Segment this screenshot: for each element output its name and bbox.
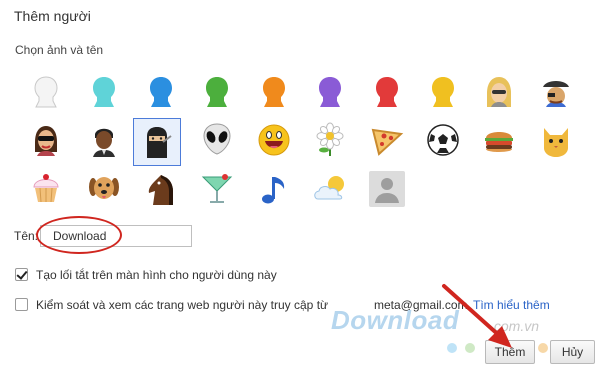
flower-icon xyxy=(316,122,344,156)
cat-icon xyxy=(544,128,568,157)
avatar-music-note[interactable] xyxy=(250,165,298,213)
soccer-ball-icon xyxy=(427,124,459,156)
white-head-icon xyxy=(34,76,58,108)
supervise-checkbox[interactable] xyxy=(15,298,28,311)
add-button[interactable]: Thêm xyxy=(485,340,535,364)
watermark-dot xyxy=(465,343,475,353)
learn-more-link[interactable]: Tìm hiểu thêm xyxy=(473,298,550,312)
avatar-flower[interactable] xyxy=(306,116,354,164)
watermark-logo: Download xyxy=(331,305,460,335)
watermark-domain: .com.vn xyxy=(490,318,540,334)
watermark-dot xyxy=(447,343,457,353)
blonde-woman-icon xyxy=(487,77,511,107)
avatar-ninja[interactable] xyxy=(133,118,181,166)
burger-icon xyxy=(485,132,513,152)
choose-avatar-heading: Chọn ảnh và tên xyxy=(15,43,104,57)
sunglasses-woman-icon xyxy=(35,126,57,156)
blue-head-icon xyxy=(150,77,172,107)
dialog-title: Thêm người xyxy=(14,8,91,24)
avatar-cat[interactable] xyxy=(532,116,580,164)
pirate-man-icon xyxy=(543,81,569,107)
shortcut-label: Tạo lối tắt trên màn hình cho người dùng… xyxy=(36,268,277,282)
green-head-icon xyxy=(206,77,228,107)
avatar-dog[interactable] xyxy=(80,165,128,213)
avatar-soccer-ball[interactable] xyxy=(419,116,467,164)
avatar-pizza[interactable] xyxy=(363,116,411,164)
avatar-cloud-sun[interactable] xyxy=(306,165,354,213)
avatar-yellow-head[interactable] xyxy=(419,69,467,117)
avatar-cyan-head[interactable] xyxy=(80,69,128,117)
avatar-blonde-woman[interactable] xyxy=(475,69,523,117)
avatar-purple-head[interactable] xyxy=(306,69,354,117)
default-avatar-icon xyxy=(369,171,405,207)
shortcut-checkbox[interactable] xyxy=(15,268,28,281)
cloud-sun-icon xyxy=(314,176,344,200)
avatar-burger[interactable] xyxy=(475,116,523,164)
supervise-label: Kiểm soát và xem các trang web người này… xyxy=(36,298,329,312)
watermark-dot xyxy=(538,343,548,353)
name-input[interactable] xyxy=(40,225,192,247)
name-label: Tên: xyxy=(14,229,39,243)
orange-head-icon xyxy=(263,77,285,107)
yellow-head-icon xyxy=(432,77,454,107)
cancel-button[interactable]: Hủy xyxy=(550,340,595,364)
music-note-icon xyxy=(262,177,285,204)
avatar-alien[interactable] xyxy=(193,116,241,164)
avatar-red-head[interactable] xyxy=(363,69,411,117)
avatar-orange-head[interactable] xyxy=(250,69,298,117)
dog-icon xyxy=(89,177,119,199)
avatar-default[interactable] xyxy=(363,165,411,213)
ninja-icon xyxy=(147,127,172,158)
horse-icon xyxy=(148,175,173,205)
avatar-pirate-man[interactable] xyxy=(532,69,580,117)
smiley-icon xyxy=(258,124,290,156)
avatar-sunglasses-woman[interactable] xyxy=(22,116,70,164)
pizza-icon xyxy=(371,128,404,156)
avatar-cupcake[interactable] xyxy=(22,165,70,213)
avatar-man[interactable] xyxy=(80,116,128,164)
alien-icon xyxy=(203,123,231,155)
avatar-green-head[interactable] xyxy=(193,69,241,117)
avatar-smiley[interactable] xyxy=(250,116,298,164)
cocktail-icon xyxy=(201,174,233,203)
purple-head-icon xyxy=(319,77,341,107)
avatar-cocktail[interactable] xyxy=(193,165,241,213)
red-head-icon xyxy=(376,77,398,107)
cupcake-icon xyxy=(33,174,59,203)
avatar-blue-head[interactable] xyxy=(137,69,185,117)
avatar-horse[interactable] xyxy=(137,165,185,213)
man-icon xyxy=(93,128,115,157)
checkmark-icon xyxy=(16,268,28,280)
cyan-head-icon xyxy=(93,77,115,107)
avatar-white-head[interactable] xyxy=(22,69,70,117)
